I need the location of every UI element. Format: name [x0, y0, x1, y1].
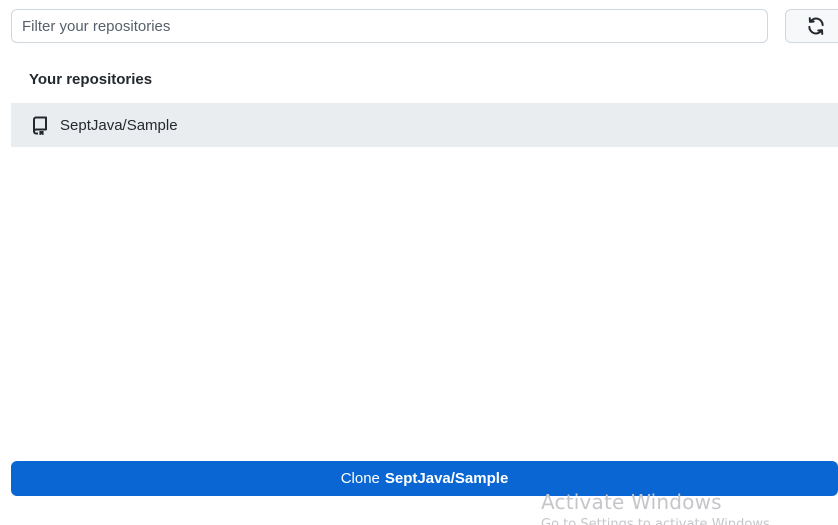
- clone-target: SeptJava/Sample: [384, 470, 509, 487]
- clone-repository-panel: Your repositories SeptJava/Sample Clone …: [0, 0, 838, 525]
- clone-label: Clone: [340, 470, 380, 487]
- repository-list: SeptJava/Sample: [11, 103, 838, 147]
- refresh-icon: [808, 17, 824, 35]
- repository-item[interactable]: SeptJava/Sample: [11, 103, 838, 147]
- watermark-subtitle: Go to Settings to activate Windows.: [541, 517, 774, 525]
- watermark-title: Activate Windows: [541, 490, 722, 514]
- your-repositories-heading: Your repositories: [29, 71, 153, 88]
- filter-row: [11, 9, 838, 45]
- filter-repositories-input[interactable]: [11, 9, 768, 43]
- repository-name: SeptJava/Sample: [60, 116, 178, 134]
- activate-windows-watermark: Activate Windows Go to Settings to activ…: [541, 490, 774, 525]
- refresh-button[interactable]: [785, 9, 838, 43]
- repo-icon: [30, 115, 50, 135]
